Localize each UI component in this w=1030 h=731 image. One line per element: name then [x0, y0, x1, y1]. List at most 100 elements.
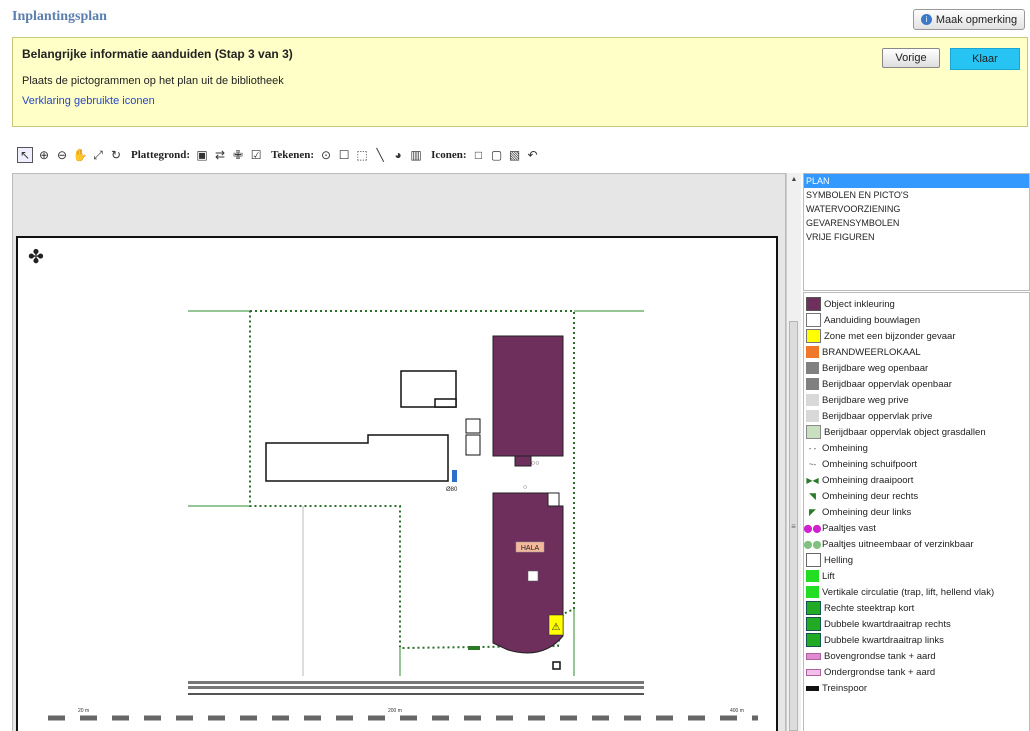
object-fill-swatch-icon	[806, 297, 821, 311]
straight-stair-icon	[806, 601, 821, 615]
sliding-gate-icon: ~-	[808, 459, 817, 469]
scale-label-200m: 200 m	[388, 708, 402, 714]
icon-small-icon[interactable]: □	[472, 148, 486, 162]
legend-item[interactable]: Berijdbare weg openbaar	[804, 360, 1029, 376]
floor-level-swatch-icon	[806, 313, 821, 327]
building-label: HALA	[521, 545, 540, 552]
legend-item[interactable]: Berijdbaar oppervlak object grasdallen	[804, 424, 1029, 440]
icon-large-icon[interactable]: ▧	[508, 148, 522, 162]
tekenen-label: Tekenen:	[271, 149, 315, 161]
zoom-out-icon[interactable]: ⊖	[55, 148, 69, 162]
legend-item[interactable]: Aanduiding bouwlagen	[804, 312, 1029, 328]
private-surface-swatch-icon	[806, 410, 819, 422]
previous-button[interactable]: Vorige	[882, 48, 940, 68]
lift-icon	[806, 570, 819, 582]
make-remark-label: Maak opmerking	[935, 13, 1018, 26]
legend-item[interactable]: Zone met een bijzonder gevaar	[804, 328, 1029, 344]
legend-item[interactable]: Ondergrondse tank + aard	[804, 664, 1029, 680]
scroll-thumb[interactable]: ≡	[789, 321, 798, 731]
legend-item[interactable]: ⬤⬤ Paaltjes uitneembaar of verzinkbaar	[804, 536, 1029, 552]
floorplan-move-icon[interactable]: ⇄	[213, 148, 227, 162]
legend-item[interactable]: Bovengrondse tank + aard	[804, 648, 1029, 664]
floorplan-edit-icon[interactable]: ✙	[231, 148, 245, 162]
delete-trash-icon[interactable]: ▥	[409, 148, 423, 162]
door-left-icon: ◤	[809, 506, 816, 517]
aboveground-tank-icon	[806, 652, 821, 660]
svg-text:○○: ○○	[531, 460, 539, 467]
scroll-up-icon[interactable]: ▲	[787, 176, 801, 183]
legend-item[interactable]: ◤ Omheining deur links	[804, 504, 1029, 520]
color-palette-icon[interactable]: ◕	[391, 148, 405, 162]
done-button[interactable]: Klaar	[950, 48, 1020, 70]
swing-gate-icon: ▶◀	[806, 475, 819, 485]
scale-label-400m: 400 m	[730, 708, 744, 714]
category-watervoorziening[interactable]: WATERVOORZIENING	[804, 202, 1029, 216]
icon-medium-icon[interactable]: ▢	[490, 148, 504, 162]
category-vrije-figuren[interactable]: VRIJE FIGUREN	[804, 230, 1029, 244]
railway-icon	[806, 685, 819, 691]
floorplan-select-icon[interactable]: ▣	[195, 148, 209, 162]
legend-item[interactable]: Object inkleuring	[804, 296, 1029, 312]
private-road-swatch-icon	[806, 394, 819, 406]
legend-item[interactable]: Helling	[804, 552, 1029, 568]
legend-item[interactable]: Berijdbaar oppervlak prive	[804, 408, 1029, 424]
make-remark-button[interactable]: i Maak opmerking	[913, 9, 1025, 30]
vertical-circulation-icon	[806, 586, 819, 598]
legend-item[interactable]: BRANDWEERLOKAAL	[804, 344, 1029, 360]
rotate-icon[interactable]: ↻	[109, 148, 123, 162]
info-panel: Belangrijke informatie aanduiden (Stap 3…	[12, 37, 1028, 127]
drawing-toolbar: ↖ ⊕ ⊖ ✋ ⤢ ↻ Plattegrond: ▣ ⇄ ✙ ☑ Tekenen…	[17, 146, 544, 164]
fit-extent-icon[interactable]: ⤢	[91, 148, 105, 162]
site-plan-drawing: ○○ ○ HALA ⚠ Ø80 20 m 200 m 400 m	[48, 310, 758, 721]
category-list: PLAN SYMBOLEN EN PICTO'S WATERVOORZIENIN…	[803, 173, 1030, 291]
grass-tiles-swatch-icon	[806, 425, 821, 439]
underground-tank-icon	[806, 668, 821, 676]
legend-item[interactable]: - - Omheining	[804, 440, 1029, 456]
scale-label-20m: 20 m	[78, 708, 89, 714]
draw-point-icon[interactable]: ⊙	[319, 148, 333, 162]
door-right-icon: ◥	[809, 490, 816, 501]
svg-text:○: ○	[523, 484, 527, 491]
fire-room-swatch-icon	[806, 346, 819, 358]
fence-icon: - -	[808, 443, 817, 453]
zoom-in-icon[interactable]: ⊕	[37, 148, 51, 162]
svg-text:⚠: ⚠	[552, 622, 561, 633]
legend-item[interactable]: Lift	[804, 568, 1029, 584]
ramp-icon	[806, 553, 821, 567]
symbol-library: Object inkleuring Aanduiding bouwlagen Z…	[803, 292, 1030, 731]
draw-rectangle-icon[interactable]: ☐	[337, 148, 351, 162]
undo-icon[interactable]: ↶	[526, 148, 540, 162]
legend-item[interactable]: Treinspoor	[804, 680, 1029, 696]
draw-line-icon[interactable]: ╲	[373, 148, 387, 162]
legend-item[interactable]: Vertikale circulatie (trap, lift, hellen…	[804, 584, 1029, 600]
floorplan-check-icon[interactable]: ☑	[249, 148, 263, 162]
removable-posts-icon: ⬤⬤	[803, 539, 822, 549]
plan-paper[interactable]: ✤ ○○ ○ HALA ⚠ Ø80 20 m 200 m 400 m	[16, 236, 778, 731]
legend-item[interactable]: Berijdbaar oppervlak openbaar	[804, 376, 1029, 392]
pan-hand-icon[interactable]: ✋	[73, 148, 88, 162]
info-instruction: Plaats de pictogrammen op het plan uit d…	[22, 75, 284, 87]
legend-item[interactable]: Dubbele kwartdraaitrap links	[804, 632, 1029, 648]
category-gevarensymbolen[interactable]: GEVARENSYMBOLEN	[804, 216, 1029, 230]
select-pointer-icon[interactable]: ↖	[17, 147, 33, 163]
draw-polygon-icon[interactable]: ⬚	[355, 148, 369, 162]
iconen-label: Iconen:	[431, 149, 467, 161]
fixed-posts-icon: ⬤⬤	[803, 523, 822, 533]
legend-item[interactable]: ⬤⬤ Paaltjes vast	[804, 520, 1029, 536]
legend-item[interactable]: ◥ Omheining deur rechts	[804, 488, 1029, 504]
vertical-scrollbar[interactable]: ▲ ≡	[786, 173, 801, 731]
stair-left-icon	[806, 633, 821, 647]
page-title: Inplantingsplan	[12, 9, 107, 24]
info-heading: Belangrijke informatie aanduiden (Stap 3…	[22, 47, 293, 61]
category-symbolen[interactable]: SYMBOLEN EN PICTO'S	[804, 188, 1029, 202]
plan-canvas[interactable]: ✤ ○○ ○ HALA ⚠ Ø80 20 m 200 m 400 m	[12, 173, 786, 731]
public-road-swatch-icon	[806, 362, 819, 374]
legend-item[interactable]: Rechte steektrap kort	[804, 600, 1029, 616]
category-plan[interactable]: PLAN	[804, 174, 1029, 188]
pipe-label: Ø80	[446, 487, 458, 493]
legend-item[interactable]: ▶◀ Omheining draaipoort	[804, 472, 1029, 488]
legend-item[interactable]: Berijdbare weg prive	[804, 392, 1029, 408]
icon-legend-link[interactable]: Verklaring gebruikte iconen	[22, 95, 155, 107]
legend-item[interactable]: Dubbele kwartdraaitrap rechts	[804, 616, 1029, 632]
legend-item[interactable]: ~- Omheining schuifpoort	[804, 456, 1029, 472]
